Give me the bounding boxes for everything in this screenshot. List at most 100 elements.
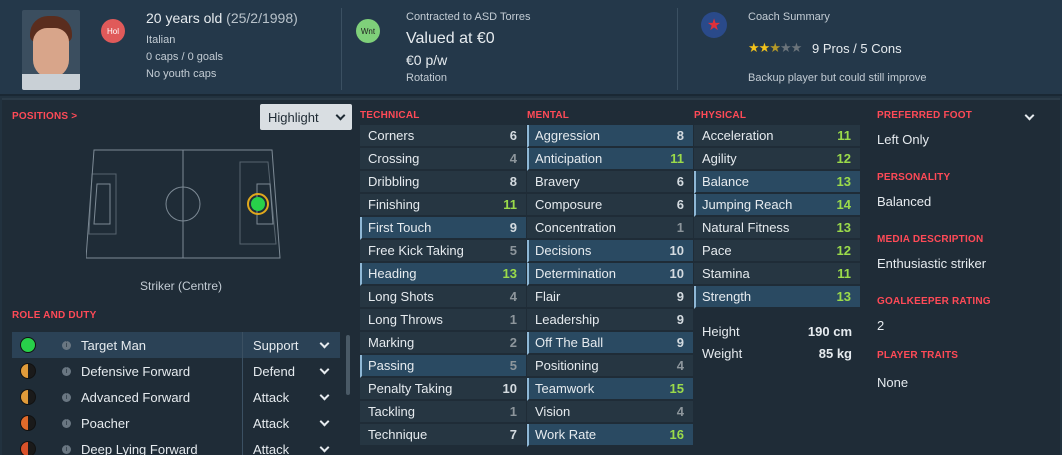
role-cell[interactable]: i Target Man — [12, 332, 242, 358]
info-icon[interactable]: i — [62, 366, 71, 376]
physical-list: Acceleration 11 Agility 12 Balance 13 Jumping … — [694, 125, 860, 309]
duty-dropdown[interactable]: Defend — [242, 358, 338, 384]
attribute-row[interactable]: Stamina 11 — [694, 263, 860, 286]
role-row[interactable]: i Target Man Support — [12, 332, 340, 358]
attribute-name: Long Throws — [368, 312, 443, 327]
attribute-row[interactable]: Natural Fitness 13 — [694, 217, 860, 240]
attribute-value: 11 — [503, 197, 517, 212]
value-text: Valued at €0 — [406, 30, 495, 47]
duty-label: Attack — [253, 441, 290, 455]
attribute-row[interactable]: Marking 2 — [360, 332, 526, 355]
attribute-row[interactable]: Corners 6 — [360, 125, 526, 148]
highlight-dropdown[interactable]: Highlight — [260, 104, 352, 130]
youth-caps: No youth caps — [146, 68, 217, 80]
attribute-row[interactable]: Anticipation 11 — [527, 148, 693, 171]
attribute-row[interactable]: Balance 13 — [694, 171, 860, 194]
attribute-row[interactable]: Jumping Reach 14 — [694, 194, 860, 217]
attribute-value: 2 — [509, 335, 517, 350]
attribute-row[interactable]: Aggression 8 — [527, 125, 693, 148]
attribute-value: 1 — [509, 404, 517, 419]
attribute-name: Concentration — [535, 220, 616, 235]
media-description-title: MEDIA DESCRIPTION — [877, 234, 984, 245]
chevron-down-icon — [319, 364, 330, 374]
attribute-row[interactable]: Crossing 4 — [360, 148, 526, 171]
nation-badge-icon[interactable]: Hol — [101, 19, 125, 43]
role-name: Advanced Forward — [81, 389, 191, 405]
attribute-name: Agility — [702, 151, 737, 166]
info-icon[interactable]: i — [62, 392, 71, 402]
attribute-row[interactable]: Passing 5 — [360, 355, 526, 378]
attribute-row[interactable]: Vision 4 — [527, 401, 693, 424]
attribute-row[interactable]: Heading 13 — [360, 263, 526, 286]
attribute-row[interactable]: Composure 6 — [527, 194, 693, 217]
role-scrollbar[interactable] — [346, 335, 350, 395]
pitch-diagram[interactable] — [85, 148, 282, 265]
role-row[interactable]: i Poacher Attack — [12, 410, 340, 436]
personality-title: PERSONALITY — [877, 172, 951, 183]
info-icon[interactable]: i — [62, 340, 71, 350]
dob-text: (25/2/1998) — [226, 10, 298, 26]
attribute-row[interactable]: Leadership 9 — [527, 309, 693, 332]
attribute-row[interactable]: Acceleration 11 — [694, 125, 860, 148]
positions-title[interactable]: POSITIONS > — [12, 111, 77, 122]
attribute-row[interactable]: First Touch 9 — [360, 217, 526, 240]
attribute-row[interactable]: Agility 12 — [694, 148, 860, 171]
attribute-row[interactable]: Finishing 11 — [360, 194, 526, 217]
attribute-row[interactable]: Work Rate 16 — [527, 424, 693, 447]
role-cell[interactable]: i Deep Lying Forward — [12, 436, 242, 455]
club-badge-icon[interactable]: Wnt — [356, 19, 380, 43]
attribute-row[interactable]: Long Throws 1 — [360, 309, 526, 332]
attribute-row[interactable]: Concentration 1 — [527, 217, 693, 240]
attribute-row[interactable]: Free Kick Taking 5 — [360, 240, 526, 263]
attribute-row[interactable]: Pace 12 — [694, 240, 860, 263]
attribute-row[interactable]: Strength 13 — [694, 286, 860, 309]
attribute-row[interactable]: Teamwork 15 — [527, 378, 693, 401]
attribute-value: 12 — [836, 243, 851, 258]
mental-title: MENTAL — [527, 110, 570, 121]
attribute-row[interactable]: Long Shots 4 — [360, 286, 526, 309]
duty-dropdown[interactable]: Support — [242, 332, 338, 358]
attribute-row[interactable]: Off The Ball 9 — [527, 332, 693, 355]
role-row[interactable]: i Advanced Forward Attack — [12, 384, 340, 410]
role-cell[interactable]: i Defensive Forward — [12, 358, 242, 384]
attribute-row[interactable]: Flair 9 — [527, 286, 693, 309]
attribute-name: Composure — [535, 197, 603, 212]
role-suitability-icon — [20, 415, 36, 431]
weight-value: 85 kg — [818, 345, 852, 361]
nationality[interactable]: Italian — [146, 34, 175, 46]
attribute-value: 7 — [509, 427, 517, 442]
role-cell[interactable]: i Poacher — [12, 410, 242, 436]
divider — [341, 8, 342, 90]
attribute-row[interactable]: Bravery 6 — [527, 171, 693, 194]
attribute-value: 8 — [509, 174, 517, 189]
attribute-row[interactable]: Positioning 4 — [527, 355, 693, 378]
technical-title: TECHNICAL — [360, 110, 420, 121]
duty-dropdown[interactable]: Attack — [242, 384, 338, 410]
info-icon[interactable]: i — [62, 418, 71, 428]
attribute-name: Bravery — [535, 174, 580, 189]
attribute-row[interactable]: Penalty Taking 10 — [360, 378, 526, 401]
role-suitability-icon — [20, 363, 36, 379]
role-row[interactable]: i Deep Lying Forward Attack — [12, 436, 340, 455]
duty-dropdown[interactable]: Attack — [242, 436, 338, 455]
info-icon[interactable]: i — [62, 444, 71, 454]
role-suitability-icon — [20, 389, 36, 405]
role-row[interactable]: i Defensive Forward Defend — [12, 358, 340, 384]
chevron-down-icon — [319, 416, 330, 426]
attribute-value: 4 — [676, 358, 684, 373]
coach-summary-title[interactable]: Coach Summary — [748, 11, 830, 23]
attribute-row[interactable]: Determination 10 — [527, 263, 693, 286]
role-cell[interactable]: i Advanced Forward — [12, 384, 242, 410]
attribute-value: 13 — [836, 220, 851, 235]
attribute-value: 13 — [836, 289, 851, 304]
attribute-row[interactable]: Tackling 1 — [360, 401, 526, 424]
attribute-row[interactable]: Dribbling 8 — [360, 171, 526, 194]
player-overview-header: Hol 20 years old (25/2/1998) Italian 0 c… — [0, 0, 1062, 96]
attribute-row[interactable]: Decisions 10 — [527, 240, 693, 263]
attribute-row[interactable]: Technique 7 — [360, 424, 526, 447]
attribute-value: 9 — [676, 289, 684, 304]
duty-dropdown[interactable]: Attack — [242, 410, 338, 436]
wage-text: €0 p/w — [406, 52, 448, 68]
attribute-value: 13 — [502, 266, 517, 281]
contract-text[interactable]: Contracted to ASD Torres — [406, 11, 531, 23]
